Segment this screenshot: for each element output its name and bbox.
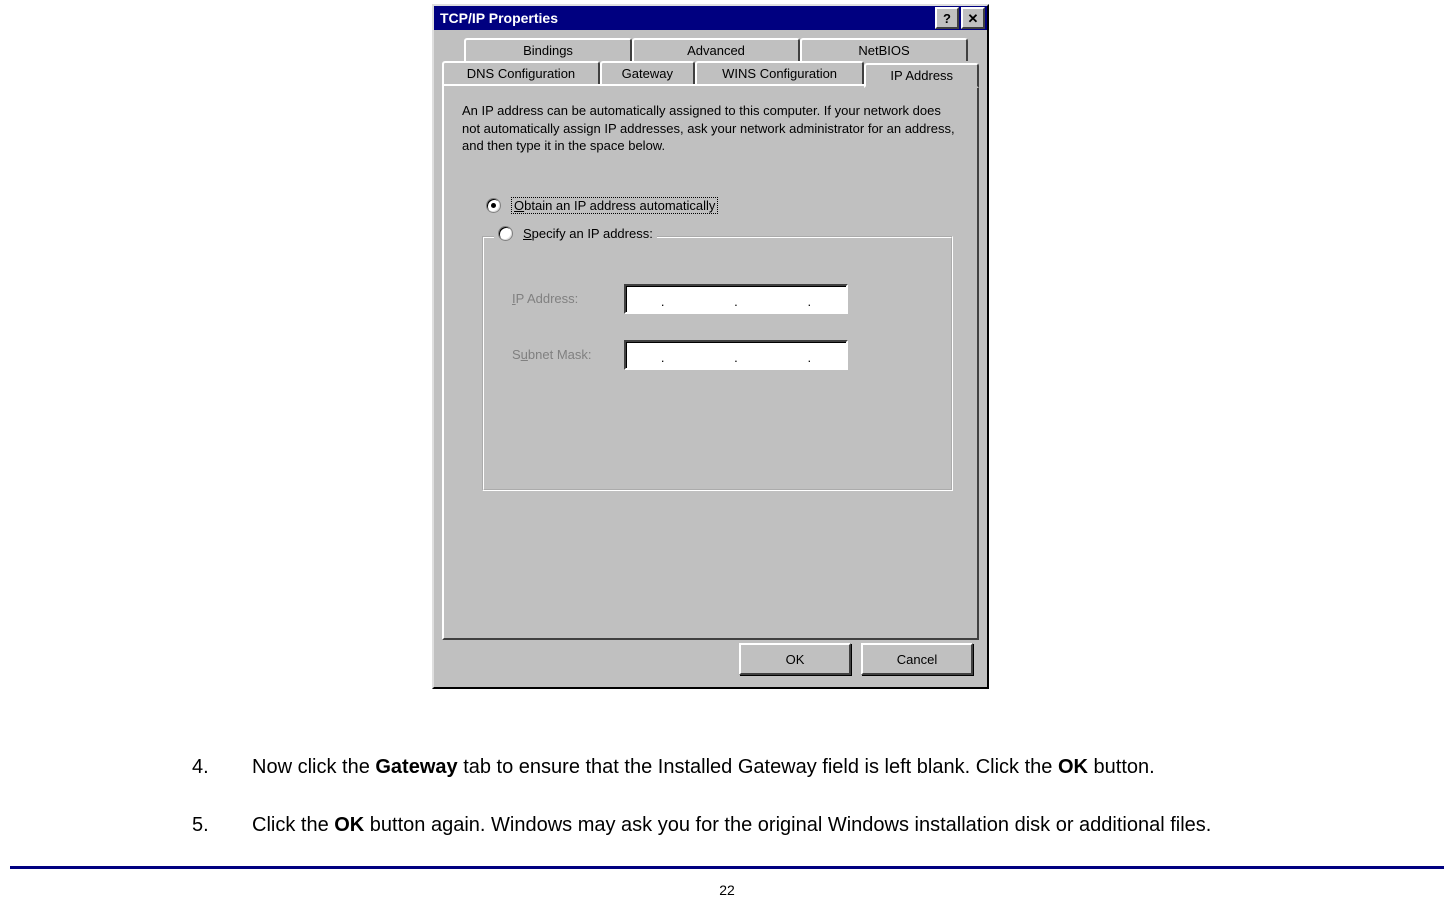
- tabstrip: Bindings Advanced NetBIOS DNS Configurat…: [434, 30, 987, 84]
- page-number: 22: [0, 882, 1454, 898]
- radio-obtain-auto-label: Obtain an IP address automatically: [511, 197, 718, 214]
- tab-dns-configuration[interactable]: DNS Configuration: [442, 61, 600, 84]
- radio-specify-ip[interactable]: Specify an IP address:: [494, 226, 657, 241]
- subnet-mask-label: Subnet Mask:: [512, 347, 624, 362]
- ip-address-label: IP Address:: [512, 291, 624, 306]
- tcpip-properties-dialog: TCP/IP Properties ? ✕ Bindings Advanced …: [432, 4, 989, 689]
- titlebar[interactable]: TCP/IP Properties ? ✕: [434, 6, 987, 30]
- question-icon: ?: [943, 12, 951, 25]
- divider: [10, 866, 1444, 869]
- tab-advanced[interactable]: Advanced: [632, 38, 800, 61]
- close-button[interactable]: ✕: [961, 7, 985, 29]
- tab-netbios[interactable]: NetBIOS: [800, 38, 968, 61]
- instruction-step-4: 4. Now click the Gateway tab to ensure t…: [192, 754, 1454, 780]
- tab-ip-address[interactable]: IP Address: [864, 63, 979, 88]
- tab-wins-configuration[interactable]: WINS Configuration: [695, 61, 865, 84]
- help-button[interactable]: ?: [935, 7, 959, 29]
- specify-ip-group: Specify an IP address: IP Address: ... S…: [482, 236, 953, 491]
- radio-specify-ip-label: Specify an IP address:: [523, 226, 653, 241]
- tab-bindings[interactable]: Bindings: [464, 38, 632, 61]
- instruction-list: 4. Now click the Gateway tab to ensure t…: [192, 754, 1454, 870]
- tab-panel-ip-address: An IP address can be automatically assig…: [442, 84, 979, 640]
- ip-address-input[interactable]: ...: [624, 284, 848, 314]
- instruction-step-5: 5. Click the OK button again. Windows ma…: [192, 812, 1454, 838]
- window-title: TCP/IP Properties: [440, 10, 933, 26]
- close-icon: ✕: [968, 12, 979, 25]
- radio-icon: [486, 198, 501, 213]
- subnet-mask-input[interactable]: ...: [624, 340, 848, 370]
- tab-gateway[interactable]: Gateway: [600, 61, 695, 84]
- radio-obtain-auto[interactable]: Obtain an IP address automatically: [486, 197, 959, 214]
- cancel-button[interactable]: Cancel: [861, 643, 973, 675]
- radio-icon: [498, 226, 513, 241]
- ok-button[interactable]: OK: [739, 643, 851, 675]
- description-text: An IP address can be automatically assig…: [462, 102, 959, 155]
